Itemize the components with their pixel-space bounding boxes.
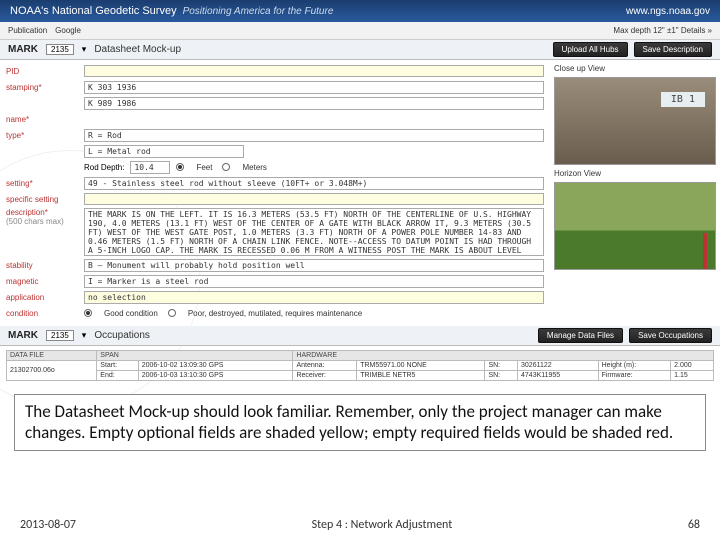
occupations-table: DATA FILESPANHARDWARE 21302700.06o Start… [6,350,714,381]
stability-field[interactable]: B – Monument will probably hold position… [84,259,544,272]
table-row: End:2006-10-03 13:10:30 GPS Receiver:TRI… [7,371,714,381]
good-radio[interactable] [84,309,92,317]
mark-label: MARK [8,44,38,55]
closeup-label: Close up View [554,64,716,73]
rod-depth-field[interactable]: 10.4 [130,161,170,174]
rod-depth-label: Rod Depth: [84,163,124,172]
setting-field[interactable]: 49 - Stainless steel rod without sleeve … [84,177,544,190]
application-field[interactable]: no selection [84,291,544,304]
occupations-header: MARK 2135 ▾ Occupations Manage Data File… [0,326,720,346]
noaa-subtitle: Positioning America for the Future [183,6,334,17]
mark-badge[interactable]: 2135 [46,44,74,55]
description-field[interactable]: THE MARK IS ON THE LEFT. IT IS 16.3 METE… [84,208,544,256]
type-label: type* [6,131,78,140]
upload-button[interactable]: Upload All Hubs [553,42,628,57]
stamping-label: stamping* [6,83,78,92]
stamping1-field[interactable]: K 303 1936 [84,81,544,94]
manage-files-button[interactable]: Manage Data Files [538,328,623,343]
application-label: application [6,293,78,302]
footer-page: 68 [688,518,700,532]
toolbar-right: Max depth 12" ±1" Details » [613,26,712,35]
footer-step: Step 4 : Network Adjustment [312,518,453,532]
specific-setting-label: specific setting [6,195,78,204]
magnetic-label: magnetic [6,277,78,286]
footer-date: 2013-08-07 [20,518,76,532]
description-label: description* [6,208,48,217]
type-sub-field[interactable]: L = Metal rod [84,145,244,158]
toolbar-google[interactable]: Google [55,26,81,35]
magnetic-field[interactable]: I = Marker is a steel rod [84,275,544,288]
chevron-down-icon[interactable]: ▾ [82,330,87,341]
closeup-thumb[interactable]: IB 1 [554,77,716,165]
datasheet-header: MARK 2135 ▾ Datasheet Mock-up Upload All… [0,40,720,60]
slide-footer: 2013-08-07 Step 4 : Network Adjustment 6… [20,518,700,532]
datasheet-form: PID stamping* K 303 1936 K 989 1986 name*… [0,60,550,326]
noaa-header: NOAA's National Geodetic Survey Position… [0,0,720,22]
stability-label: stability [6,261,78,270]
pid-label: PID [6,67,78,76]
datasheet-title: Datasheet Mock-up [94,44,181,55]
photo-panel: Close up View IB 1 Horizon View [550,60,720,326]
stamping2-field[interactable]: K 989 1986 [84,97,544,110]
condition-label: condition [6,309,78,318]
browser-toolbar: Publication Google Max depth 12" ±1" Det… [0,22,720,40]
pid-field[interactable] [84,65,544,77]
noaa-url: www.ngs.noaa.gov [626,6,710,17]
noaa-title: NOAA's National Geodetic Survey [10,5,177,17]
horizon-thumb[interactable] [554,182,716,270]
feet-radio[interactable] [176,163,184,171]
slide-caption: The Datasheet Mock-up should look famili… [14,394,706,451]
meters-radio[interactable] [222,163,230,171]
save-description-button[interactable]: Save Description [634,42,712,57]
name-label: name* [6,115,78,124]
specific-setting-field[interactable] [84,193,544,205]
save-occupations-button[interactable]: Save Occupations [629,328,712,343]
horizon-label: Horizon View [554,169,716,178]
type-field[interactable]: R = Rod [84,129,544,142]
setting-label: setting* [6,179,78,188]
poor-radio[interactable] [168,309,176,317]
table-row: 21302700.06o Start:2006-10-02 13:09:30 G… [7,361,714,371]
chevron-down-icon[interactable]: ▾ [82,44,87,55]
toolbar-publication[interactable]: Publication [8,26,47,35]
